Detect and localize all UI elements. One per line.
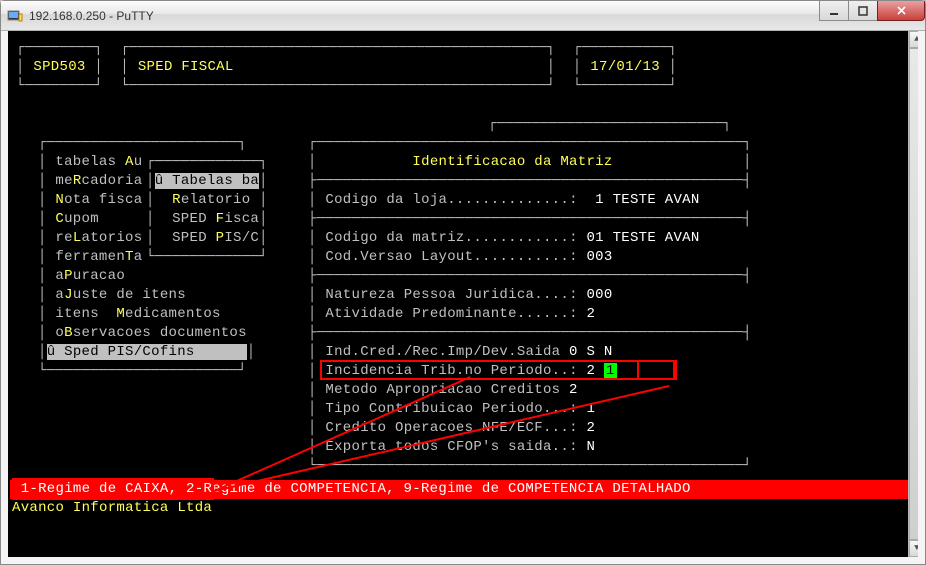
menu-box-bottom: └──────────────────────┘ — [38, 362, 247, 381]
panel-div-4: ├───────────────────────────────────────… — [308, 324, 752, 343]
maximize-button[interactable] — [848, 1, 878, 21]
panel-row-3: │ Natureza Pessoa Juridica....: 000 — [308, 286, 613, 305]
menu-item-8[interactable]: │ itens Medicamentos — [38, 305, 221, 324]
panel-div-2: ├───────────────────────────────────────… — [308, 210, 752, 229]
header-date: 17/01/13 — [590, 59, 660, 75]
scrollbar[interactable]: ▲ ▼ — [908, 31, 918, 557]
putty-icon — [7, 8, 23, 24]
panel-row-0: │ Codigo da loja..............: 1 TESTE … — [308, 191, 700, 210]
panel-div-1: ├───────────────────────────────────────… — [308, 172, 752, 191]
menu-item-selected[interactable]: │û Sped PIS/Cofins │ — [38, 343, 256, 362]
header-code: SPD503 — [33, 59, 85, 75]
submenu-item-0[interactable]: │û Tabelas ba│ — [146, 172, 268, 191]
menu-item-9[interactable]: │ oBservacoes documentos — [38, 324, 247, 343]
scroll-up-icon[interactable]: ▲ — [909, 31, 918, 48]
menu-item-3[interactable]: │ Cupom — [38, 210, 99, 229]
panel-row-10: │ Exporta todos CFOP's saida..: N — [308, 438, 595, 457]
panel-title-row: │ Identificacao da Matriz │ — [308, 153, 752, 172]
menu-item-0[interactable]: │ tabelas Au — [38, 153, 142, 172]
panel-row-6[interactable]: │ Incidencia Trib.no Periodo..: 2 1 — [308, 362, 617, 381]
panel-div-3: ├───────────────────────────────────────… — [308, 267, 752, 286]
submenu-bottom: └────────────┘ — [146, 248, 268, 267]
menu-item-1[interactable]: │ meRcadoria — [38, 172, 142, 191]
annotation-box-cursor — [637, 360, 677, 380]
close-button[interactable] — [877, 1, 925, 21]
panel-tab: ┌──────────────────────────┐ — [488, 115, 732, 134]
panel-row-9: │ Credito Operacoes NFE/ECF...: 2 — [308, 419, 595, 438]
titlebar[interactable]: 192.168.0.250 - PuTTY — [1, 1, 925, 31]
minimize-button[interactable] — [819, 1, 849, 21]
menu-item-2[interactable]: │ Nota fisca — [38, 191, 142, 210]
scroll-track[interactable] — [909, 48, 918, 540]
window-title: 192.168.0.250 - PuTTY — [29, 9, 154, 23]
footer-options: 1-Regime de CAIXA, 2-Regime de COMPETENC… — [10, 480, 916, 499]
menu-box-top: ┌──────────────────────┐ — [38, 134, 247, 153]
terminal[interactable]: ┌────────┐ ┌────────────────────────────… — [8, 31, 918, 557]
scroll-thumb[interactable] — [909, 48, 918, 540]
putty-window: 192.168.0.250 - PuTTY ┌────────┐ ┌──────… — [0, 0, 926, 565]
panel-row-5: │ Ind.Cred./Rec.Imp/Dev.Saida 0 S N — [308, 343, 613, 362]
submenu-item-3[interactable]: │ SPED PIS/C│ — [146, 229, 268, 248]
panel-row-1: │ Codigo da matriz............: 01 TESTE… — [308, 229, 700, 248]
panel-row-8: │ Tipo Contribuicao Periodo...: 1 — [308, 400, 595, 419]
panel-row-4: │ Atividade Predominante......: 2 — [308, 305, 595, 324]
window-buttons — [820, 1, 925, 21]
menu-item-7[interactable]: │ aJuste de itens — [38, 286, 186, 305]
menu-item-5[interactable]: │ ferramenTa — [38, 248, 142, 267]
scroll-down-icon[interactable]: ▼ — [909, 540, 918, 557]
panel-row-2: │ Cod.Versao Layout...........: 003 — [308, 248, 613, 267]
panel-row-7: │ Metodo Apropriacao Creditos 2 — [308, 381, 578, 400]
header-title: SPED FISCAL — [138, 59, 234, 75]
panel-title: Identificacao da Matriz — [412, 154, 612, 170]
panel-bottom: └───────────────────────────────────────… — [308, 457, 752, 476]
cursor: 1 — [604, 363, 617, 379]
header-bottom: └────────┘ └────────────────────────────… — [16, 77, 677, 96]
footer-company: Avanco Informatica Ltda — [12, 499, 212, 518]
submenu-item-2[interactable]: │ SPED Fisca│ — [146, 210, 268, 229]
menu-item-6[interactable]: │ aPuracao — [38, 267, 125, 286]
header-bar: ┌────────┐ ┌────────────────────────────… — [16, 39, 677, 58]
submenu-item-1[interactable]: │ Relatorio │ — [146, 191, 268, 210]
header-row: │ SPD503 │ │ SPED FISCAL │ │ 17/01/13 │ — [16, 58, 677, 77]
submenu-top: ┌────────────┐ — [146, 153, 268, 172]
panel-top: ┌───────────────────────────────────────… — [308, 134, 752, 153]
menu-item-4[interactable]: │ reLatorios — [38, 229, 142, 248]
